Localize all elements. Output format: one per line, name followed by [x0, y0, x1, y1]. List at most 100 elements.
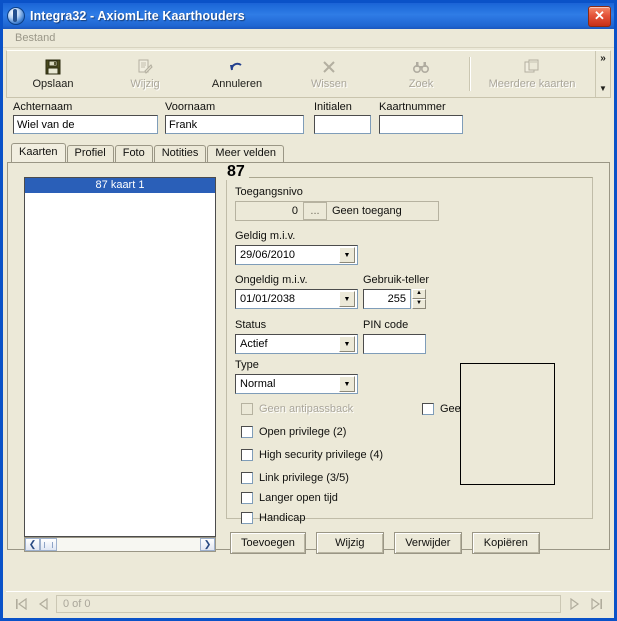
menu-item-bestand[interactable]: Bestand: [11, 31, 59, 45]
title-bar: Integra32 - AxiomLite Kaarthouders ✕: [3, 3, 614, 29]
toolbar-overflow[interactable]: » ▼: [595, 51, 610, 97]
record-navigator: 0 of 0: [6, 591, 611, 615]
label-kaartnummer: Kaartnummer: [379, 101, 446, 113]
wijzig-button[interactable]: Wijzig: [315, 532, 384, 554]
chevron-double-right-icon[interactable]: »: [600, 54, 606, 64]
checkbox-geen-antipassback: Geen antipassback: [241, 403, 353, 415]
checkbox-open-privilege[interactable]: Open privilege (2): [241, 426, 346, 438]
card-list[interactable]: 87 kaart 1: [24, 177, 216, 537]
save-icon: [45, 58, 61, 75]
checkbox-high-security-privilege[interactable]: High security privilege (4): [241, 449, 383, 461]
label-status: Status: [235, 319, 267, 331]
access-level-control[interactable]: 0 ... Geen toegang: [235, 201, 439, 221]
scrollbar-track[interactable]: [57, 538, 200, 551]
checkbox-label: Link privilege (3/5): [259, 472, 349, 484]
access-level-browse-button[interactable]: ...: [303, 202, 327, 220]
use-counter-stepper[interactable]: 255 ▲ ▼: [363, 289, 426, 309]
achternaam-input[interactable]: [13, 115, 158, 134]
toolbar-label-opslaan: Opslaan: [32, 78, 74, 90]
tab-foto[interactable]: Foto: [114, 145, 153, 162]
checkbox-label: Geen antipassback: [259, 403, 354, 415]
tab-kaarten[interactable]: Kaarten: [11, 143, 66, 162]
chevron-down-icon[interactable]: ▼: [339, 376, 355, 392]
pin-code-input[interactable]: [363, 334, 426, 354]
voornaam-input[interactable]: [165, 115, 304, 134]
checkbox-langer-open-tijd[interactable]: Langer open tijd: [241, 492, 338, 504]
undo-icon: [228, 58, 246, 75]
field-initialen: Initialen: [314, 101, 371, 134]
checkbox-box[interactable]: [241, 472, 253, 484]
checkbox-label: High security privilege (4): [259, 449, 384, 461]
initialen-input[interactable]: [314, 115, 371, 134]
tab-meer-velden[interactable]: Meer velden: [207, 145, 284, 162]
access-level-value: 0: [291, 205, 298, 217]
valid-to-value: 01/01/2038: [240, 293, 296, 305]
chevron-down-icon[interactable]: ▼: [339, 247, 355, 263]
scroll-right-icon[interactable]: ❯: [200, 538, 215, 551]
checkbox-box[interactable]: [422, 403, 434, 415]
scroll-left-icon[interactable]: ❮: [25, 538, 40, 551]
toolbar-button-opslaan[interactable]: Opslaan: [7, 51, 99, 97]
spinner-down-icon[interactable]: ▼: [412, 299, 426, 309]
kopieren-button[interactable]: Kopiëren: [471, 532, 540, 554]
checkbox-box[interactable]: [241, 512, 253, 524]
label-type: Type: [235, 359, 259, 371]
valid-from-combo[interactable]: 29/06/2010 ▼: [235, 245, 358, 265]
toolbar-label-zoek: Zoek: [408, 78, 434, 90]
toolbar-button-meerdere-kaarten[interactable]: Meerdere kaarten: [473, 51, 591, 97]
tab-profiel[interactable]: Profiel: [66, 145, 114, 162]
list-item[interactable]: 87 kaart 1: [25, 178, 215, 193]
record-position-status: 0 of 0: [56, 594, 561, 613]
type-combo[interactable]: Normal ▼: [235, 374, 358, 394]
field-achternaam: Achternaam: [13, 101, 158, 134]
globe-icon: [7, 7, 25, 25]
checkbox-handicap[interactable]: Handicap: [241, 512, 305, 524]
checkbox-box[interactable]: [241, 449, 253, 461]
chevron-down-icon[interactable]: ▼: [599, 85, 607, 93]
kaartnummer-input[interactable]: [379, 115, 463, 134]
person-fields: Achternaam Voornaam Initialen Kaartnumme…: [3, 101, 614, 143]
window-title: Integra32 - AxiomLite Kaarthouders: [30, 9, 245, 23]
toevoegen-button[interactable]: Toevoegen: [230, 532, 306, 554]
previous-record-icon[interactable]: [32, 594, 54, 614]
tab-notities[interactable]: Notities: [153, 145, 207, 162]
scrollbar-thumb[interactable]: [40, 538, 57, 551]
valid-to-combo[interactable]: 01/01/2038 ▼: [235, 289, 358, 309]
chevron-down-icon[interactable]: ▼: [339, 336, 355, 352]
verwijder-button[interactable]: Verwijder: [393, 532, 462, 554]
toolbar-button-zoek[interactable]: Zoek: [375, 51, 467, 97]
checkbox-box[interactable]: [241, 426, 253, 438]
first-record-icon[interactable]: [10, 594, 32, 614]
label-gebruik-teller: Gebruik-teller: [363, 274, 430, 286]
card-list-hscrollbar[interactable]: ❮ ❯: [24, 537, 216, 552]
label-pin-code: PIN code: [363, 319, 409, 331]
card-number-title: 87: [225, 164, 249, 180]
checkbox-label: Open privilege (2): [259, 426, 347, 438]
status-combo[interactable]: Actief ▼: [235, 334, 358, 354]
spinner-up-icon[interactable]: ▲: [412, 289, 426, 299]
toolbar-button-annuleren[interactable]: Annuleren: [191, 51, 283, 97]
checkbox-box: [241, 403, 253, 415]
field-voornaam: Voornaam: [165, 101, 304, 134]
toolbar-separator: [469, 57, 471, 91]
close-icon[interactable]: ✕: [588, 6, 611, 27]
photo-placeholder[interactable]: [460, 363, 555, 485]
checkbox-box[interactable]: [241, 492, 253, 504]
toolbar-label-wijzig: Wijzig: [130, 78, 160, 90]
last-record-icon[interactable]: [585, 594, 607, 614]
checkbox-link-privilege[interactable]: Link privilege (3/5): [241, 472, 349, 484]
label-achternaam: Achternaam: [13, 101, 73, 113]
toolbar-button-wissen[interactable]: Wissen: [283, 51, 375, 97]
card-action-buttons: Toevoegen Wijzig Verwijder Kopiëren: [230, 532, 540, 554]
field-kaartnummer: Kaartnummer: [379, 101, 463, 134]
delete-x-icon: [321, 58, 337, 75]
menu-bar: Bestand: [3, 29, 614, 48]
next-record-icon[interactable]: [563, 594, 585, 614]
chevron-down-icon[interactable]: ▼: [339, 291, 355, 307]
label-ongeldig-miv: Ongeldig m.i.v.: [235, 274, 308, 286]
toolbar: Opslaan Wijzig Annuleren Wissen Zoek Mee…: [6, 50, 611, 98]
use-counter-value[interactable]: 255: [363, 289, 411, 309]
toolbar-button-wijzig[interactable]: Wijzig: [99, 51, 191, 97]
application-window: Integra32 - AxiomLite Kaarthouders ✕ Bes…: [0, 0, 617, 621]
label-toegangsnivo: Toegangsnivo: [235, 186, 303, 198]
